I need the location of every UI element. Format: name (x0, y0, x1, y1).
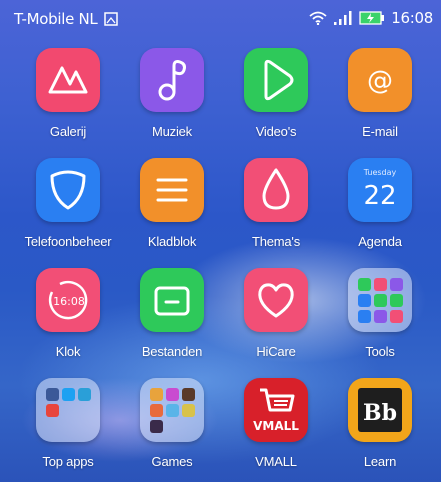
heart-icon (244, 268, 308, 332)
wifi-icon (309, 11, 327, 25)
vmall-logo-text: VMALL (253, 419, 299, 433)
app-label: Games (151, 454, 193, 469)
app-label: Galerij (49, 124, 87, 139)
app-label: Klok (55, 344, 81, 359)
screenshot-notification-icon (104, 12, 118, 26)
carrier-label: T-Mobile NL (14, 10, 118, 28)
app-label: Kladblok (147, 234, 197, 249)
folder-top-apps-icon (36, 378, 100, 442)
folder-tools-icon (348, 268, 412, 332)
app-label: Video's (255, 124, 297, 139)
shield-icon (36, 158, 100, 222)
app-label: HiCare (256, 344, 296, 359)
clock-icon-time: 16:08 (53, 295, 85, 308)
folder-games-icon (140, 378, 204, 442)
calendar-weekday: Tuesday (363, 168, 397, 177)
battery-charging-icon (359, 11, 385, 25)
status-bar: T-Mobile NL 16:08 (0, 0, 441, 36)
calendar-icon: Tuesday 22 (348, 158, 412, 222)
carrier-text: T-Mobile NL (14, 10, 98, 28)
home-screen: T-Mobile NL 16:08 Galerij Muziek Video's… (0, 0, 441, 482)
learn-logo-text: Bb (363, 400, 397, 426)
drop-icon (244, 158, 308, 222)
app-label: Agenda (358, 234, 402, 249)
gallery-icon (36, 48, 100, 112)
app-label: Bestanden (141, 344, 203, 359)
app-label: Learn (363, 454, 397, 469)
app-label: Tools (365, 344, 395, 359)
svg-text:@: @ (367, 66, 393, 96)
calendar-day: 22 (363, 181, 396, 211)
clock-icon: 16:08 (36, 268, 100, 332)
app-label: E-mail (362, 124, 398, 139)
app-label: Muziek (152, 124, 192, 139)
music-note-icon (140, 48, 204, 112)
play-icon (244, 48, 308, 112)
clock-time: 16:08 (391, 9, 433, 27)
folder-icon (140, 268, 204, 332)
at-sign-icon: @ (348, 48, 412, 112)
blackboard-icon: Bb (348, 378, 412, 442)
app-label: Top apps (42, 454, 94, 469)
app-label: Thema's (251, 234, 301, 249)
app-label: Telefoonbeheer (24, 234, 112, 249)
notepad-icon (140, 158, 204, 222)
status-icons: 16:08 (309, 9, 433, 27)
vmall-cart-icon: VMALL (244, 378, 308, 442)
signal-icon (333, 11, 353, 25)
app-label: VMALL (255, 454, 297, 469)
